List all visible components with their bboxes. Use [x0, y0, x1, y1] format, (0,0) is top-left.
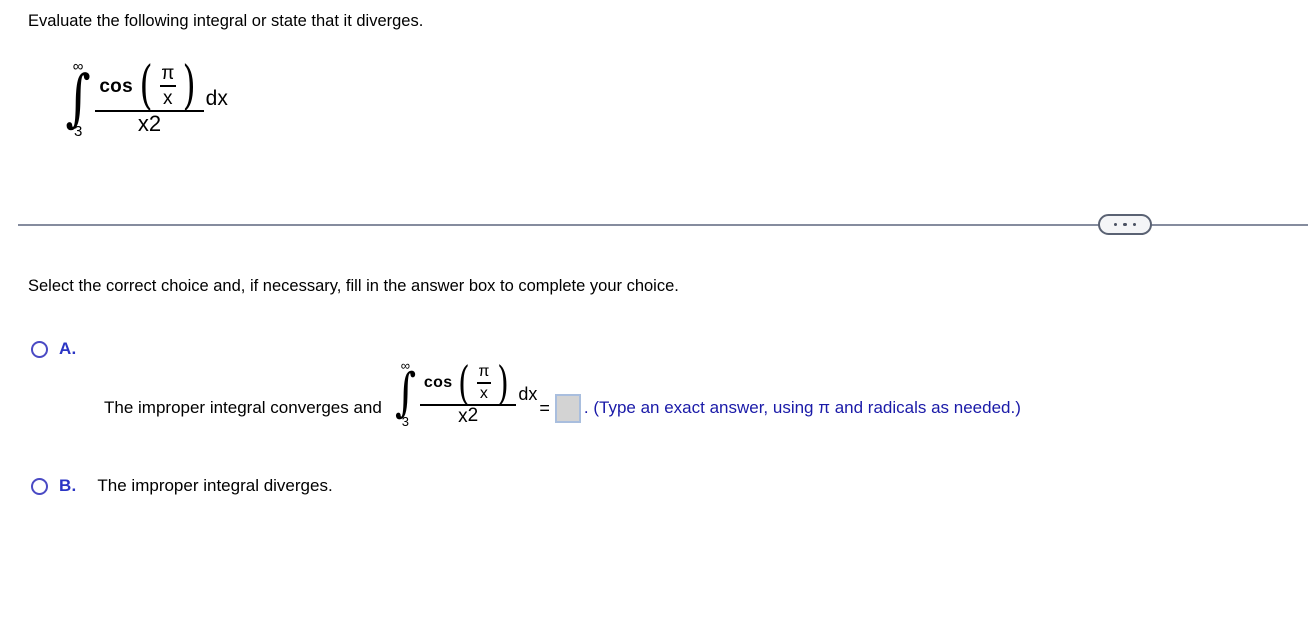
equals-sign: = — [539, 397, 550, 418]
close-paren: ) — [182, 56, 197, 116]
integrand-numerator-a: cos ( π x ) — [420, 355, 516, 410]
open-paren-a: ( — [458, 355, 471, 410]
denominator-base: x — [137, 111, 149, 136]
inner-denominator-x-a: x — [479, 384, 488, 402]
integrand-fraction-a: cos ( π x ) x2 — [419, 355, 517, 427]
inner-fraction-bar-a — [476, 381, 491, 384]
inner-numerator-pi-a: π — [478, 362, 490, 380]
inner-numerator-pi: π — [161, 63, 175, 84]
main-integral-expression: ∞ ∫ 3 cos ( π x ) x2 dx — [62, 56, 228, 139]
choice-a-header[interactable]: A. — [31, 339, 76, 359]
differential-dx: dx — [205, 87, 228, 110]
integral-glyph: ∫ — [65, 61, 91, 134]
radio-button-a[interactable] — [31, 340, 48, 358]
integral-glyph-a: ∫ — [394, 363, 416, 423]
integral-symbol: ∞ ∫ 3 — [62, 59, 94, 139]
inner-denominator-x: x — [163, 88, 173, 109]
ellipsis-dot-3 — [1132, 222, 1137, 227]
choice-a-lead-text: The improper integral converges and — [104, 398, 382, 417]
inner-fraction-a: π x — [473, 362, 494, 402]
inner-fraction-bar — [159, 85, 176, 87]
answer-input-box[interactable] — [554, 393, 581, 423]
cosine-function-label-a: cos — [423, 373, 453, 391]
choice-b-text: The improper integral diverges. — [97, 476, 333, 495]
more-options-button[interactable] — [1098, 214, 1152, 235]
choice-a-body: The improper integral converges and ∞ ∫ … — [104, 355, 1021, 428]
choice-b-row[interactable]: B. The improper integral diverges. — [31, 476, 333, 496]
integrand-fraction: cos ( π x ) x2 — [95, 56, 204, 136]
choice-a-integral-expression: ∞ ∫ 3 cos ( π x ) x2 dx — [392, 355, 538, 428]
choice-a-letter: A. — [59, 339, 77, 358]
inner-fraction: π x — [156, 64, 179, 108]
instruction-text: Select the correct choice and, if necess… — [28, 277, 679, 295]
open-paren: ( — [139, 56, 153, 116]
choice-b-letter: B. — [59, 476, 77, 495]
close-paren-a: ) — [497, 355, 510, 410]
radio-button-b[interactable] — [31, 477, 48, 495]
integral-symbol-a: ∞ ∫ 3 — [392, 359, 419, 428]
ellipsis-dot-1 — [1113, 222, 1118, 227]
cosine-function-label: cos — [99, 75, 133, 97]
page-title: Evaluate the following integral or state… — [28, 12, 424, 30]
section-divider — [0, 214, 1308, 235]
answer-hint-text: . (Type an exact answer, using π and rad… — [583, 398, 1021, 417]
ellipsis-dot-2 — [1123, 222, 1127, 227]
differential-dx-a: dx — [518, 383, 538, 404]
integrand-numerator: cos ( π x ) — [95, 56, 203, 116]
